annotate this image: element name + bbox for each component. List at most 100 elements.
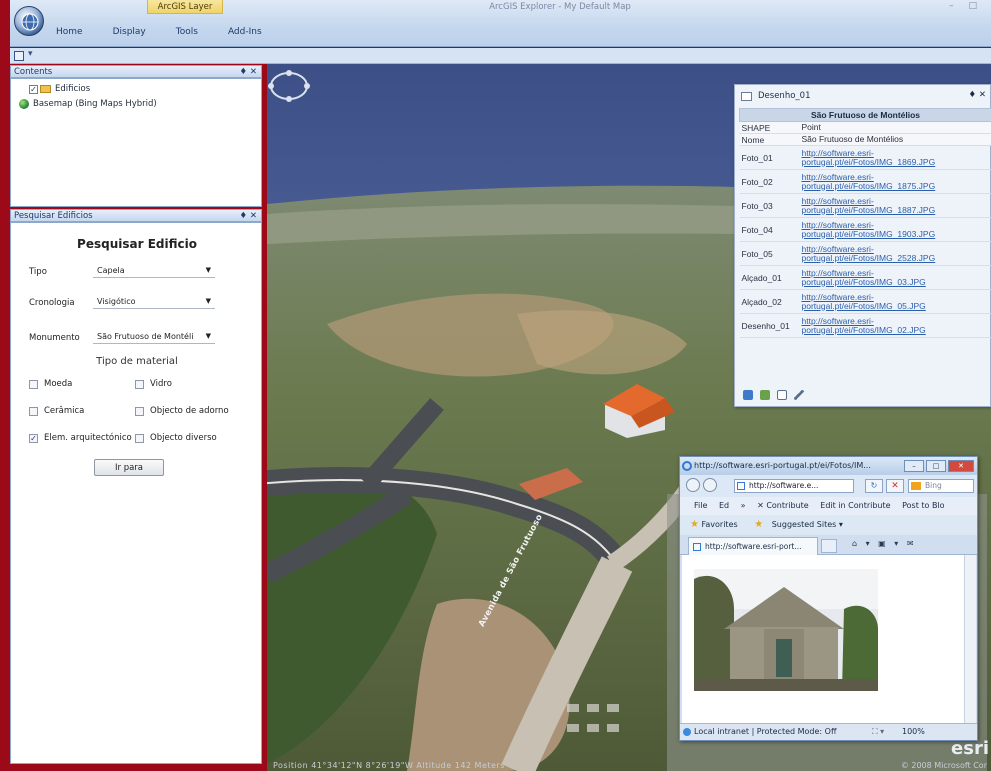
maximize-button[interactable]: □ — [926, 460, 946, 472]
page-icon — [693, 543, 701, 551]
feature-popup: Desenho_01 ♦ ✕ São Frutuoso de Montélios… — [734, 84, 991, 407]
search-heading: Pesquisar Edificio — [77, 237, 197, 251]
close-button[interactable]: ✕ — [948, 460, 974, 472]
search-input[interactable]: Bing — [908, 479, 974, 493]
attribute-key: Foto_01 — [739, 145, 800, 170]
minimize-button[interactable]: – — [904, 460, 924, 472]
suggested-sites-button[interactable]: Suggested Sites ▾ — [772, 520, 843, 529]
attribute-key: Foto_03 — [739, 193, 800, 218]
checkbox-icon[interactable] — [135, 379, 144, 389]
attribute-link[interactable]: http://software.esri-portugal.pt/ei/Foto… — [802, 244, 936, 263]
save-icon[interactable] — [14, 51, 24, 61]
edit-in-contribute-button[interactable]: Edit in Contribute — [820, 501, 890, 510]
attribute-link[interactable]: http://software.esri-portugal.pt/ei/Foto… — [802, 316, 926, 335]
monumento-select[interactable]: São Frutuoso de Montéli ▼ — [93, 329, 215, 344]
menu-overflow[interactable]: » — [741, 501, 746, 510]
tab-add-ins[interactable]: Add-Ins — [228, 27, 262, 37]
post-to-blog-button[interactable]: Post to Blo — [902, 501, 944, 510]
checkbox-moeda[interactable]: Moeda — [29, 379, 72, 389]
window-controls[interactable]: – □ — [949, 1, 983, 11]
menu-edit[interactable]: Ed — [719, 501, 729, 510]
application-menu-button[interactable] — [14, 6, 44, 36]
contextual-tab-arcgis-layer[interactable]: ArcGIS Layer — [147, 0, 223, 14]
add-to-map-icon[interactable] — [760, 390, 770, 400]
menu-bar: File Ed » ✕ Contribute Edit in Contribut… — [680, 497, 977, 515]
navigation-control[interactable] — [267, 64, 311, 108]
checkbox-icon[interactable] — [135, 406, 144, 416]
ir-para-button[interactable]: Ir para — [94, 459, 164, 476]
zoom-level[interactable]: 100% — [902, 724, 925, 740]
tab-tools[interactable]: Tools — [176, 27, 198, 37]
add-favorite-icon[interactable]: ★ — [754, 519, 763, 530]
cronologia-select[interactable]: Visigótico ▼ — [93, 294, 215, 309]
mail-icon[interactable] — [777, 390, 787, 400]
table-row: Desenho_01 http://software.esri-portugal.… — [739, 313, 991, 338]
menu-file[interactable]: File — [694, 501, 707, 510]
chevron-down-icon: ▼ — [205, 332, 211, 340]
table-row: SHAPE Point — [739, 121, 991, 134]
checkbox-icon[interactable]: ✓ — [29, 433, 38, 443]
panel-pin-close-icon[interactable]: ♦ ✕ — [240, 210, 257, 222]
browser-status-bar: Local intranet | Protected Mode: Off ⛶ ▾… — [680, 723, 977, 740]
checkbox-vidro[interactable]: Vidro — [135, 379, 172, 389]
security-icon[interactable]: ⛶ ▾ — [872, 724, 884, 740]
chapel-photo — [694, 569, 878, 691]
stop-icon[interactable]: ✕ — [886, 479, 904, 493]
attribute-link[interactable]: http://software.esri-portugal.pt/ei/Foto… — [802, 268, 926, 287]
checkbox-icon[interactable] — [29, 406, 38, 416]
edit-icon[interactable] — [794, 390, 804, 400]
checkbox-ceramica[interactable]: Cerâmica — [29, 406, 84, 416]
forward-icon[interactable] — [703, 478, 717, 492]
attribute-link[interactable]: http://software.esri-portugal.pt/ei/Foto… — [802, 196, 936, 215]
tipo-label: Tipo — [29, 267, 47, 277]
checkbox-objecto-diverso[interactable]: Objecto diverso — [135, 433, 217, 443]
new-tab-button[interactable] — [821, 539, 837, 553]
arcgis-explorer-window: ArcGIS Layer ArcGIS Explorer - My Defaul… — [0, 0, 991, 771]
tree-item-label: Edificios — [55, 84, 91, 94]
panel-pin-close-icon[interactable]: ♦ ✕ — [240, 66, 257, 78]
contribute-button[interactable]: ✕ Contribute — [757, 501, 809, 510]
tab-display[interactable]: Display — [113, 27, 146, 37]
refresh-icon[interactable]: ↻ — [865, 479, 883, 493]
attribute-key: Nome — [739, 133, 800, 146]
attribute-link[interactable]: http://software.esri-portugal.pt/ei/Foto… — [802, 292, 926, 311]
checkbox-objecto-adorno[interactable]: Objecto de adorno — [135, 406, 229, 416]
back-icon[interactable] — [686, 478, 700, 492]
browser-content — [682, 555, 964, 723]
checkbox-icon[interactable]: ✓ — [29, 84, 38, 94]
tree-item-edificios[interactable]: ✓ Edificios — [29, 83, 90, 95]
checkbox-label: Objecto diverso — [150, 433, 217, 443]
command-bar-icons[interactable]: ⌂ ▾ ▣ ▾ ✉ — [852, 539, 917, 548]
attribute-link[interactable]: http://software.esri-portugal.pt/ei/Foto… — [802, 220, 936, 239]
attribute-key: Foto_05 — [739, 241, 800, 266]
checkbox-label: Elem. arquitectónico — [44, 433, 132, 443]
address-bar-row: http://software.e... ↻ ✕ Bing — [680, 475, 977, 497]
browser-tab[interactable]: http://software.esri-port... — [688, 537, 818, 555]
table-row: Foto_02 http://software.esri-portugal.pt/… — [739, 169, 991, 194]
tab-home[interactable]: Home — [56, 27, 83, 37]
ribbon: ArcGIS Layer ArcGIS Explorer - My Defaul… — [10, 0, 991, 47]
checkbox-icon[interactable] — [135, 433, 144, 443]
ribbon-tabs: Home Display Tools Add-Ins — [56, 27, 292, 37]
vertical-scrollbar[interactable] — [964, 555, 976, 723]
tipo-select[interactable]: Capela ▼ — [93, 263, 215, 278]
folder-icon — [40, 85, 51, 93]
esri-logo: esri — [951, 738, 989, 759]
chevron-down-icon: ▼ — [205, 297, 211, 305]
popup-window-icon — [741, 91, 752, 101]
ie-logo-icon — [682, 461, 692, 471]
address-input[interactable]: http://software.e... — [734, 479, 854, 493]
qat-dropdown-icon[interactable]: ▾ — [28, 49, 33, 59]
popup-toolbar — [743, 390, 811, 400]
attribute-link[interactable]: http://software.esri-portugal.pt/ei/Foto… — [802, 148, 936, 167]
search-panel: Pesquisar Edificio Tipo Capela ▼ Cronolo… — [10, 222, 262, 764]
checkbox-icon[interactable] — [29, 379, 38, 389]
zoom-to-icon[interactable] — [743, 390, 753, 400]
tree-item-basemap[interactable]: Basemap (Bing Maps Hybrid) — [19, 98, 157, 110]
favorites-bar: ★ Favorites ★ Suggested Sites ▾ — [680, 515, 977, 535]
popup-pin-close-icon[interactable]: ♦ ✕ — [969, 90, 986, 100]
attribute-link[interactable]: http://software.esri-portugal.pt/ei/Foto… — [802, 172, 936, 191]
checkbox-elem-arquitectonico[interactable]: ✓ Elem. arquitectónico — [29, 433, 132, 443]
favorites-button[interactable]: Favorites — [702, 520, 738, 529]
material-heading: Tipo de material — [96, 356, 178, 367]
